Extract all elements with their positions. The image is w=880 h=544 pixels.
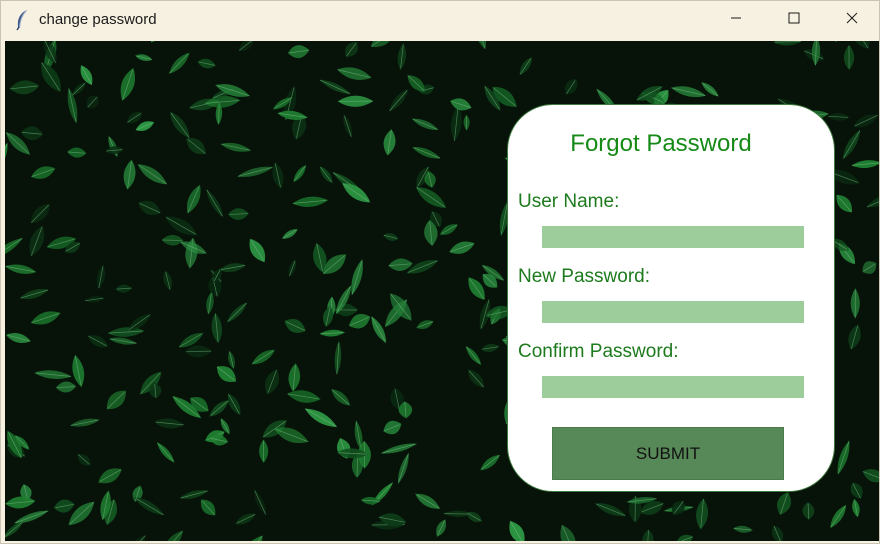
feather-icon — [14, 9, 30, 31]
confirm-password-label: Confirm Password: — [518, 341, 679, 362]
new-password-label: New Password: — [518, 266, 650, 287]
close-button[interactable] — [823, 1, 880, 39]
form-title: Forgot Password — [570, 130, 752, 157]
submit-button[interactable]: SUBMIT — [552, 427, 784, 480]
forgot-password-card: Forgot Password User Name: New Password:… — [507, 104, 835, 492]
window-title: change password — [39, 11, 157, 28]
title-bar[interactable]: change password — [1, 1, 879, 39]
app-window: change password Forgot Password User Nam… — [0, 0, 880, 544]
minimize-button[interactable] — [707, 1, 765, 39]
minimize-icon — [730, 11, 742, 29]
confirm-password-input[interactable] — [542, 376, 804, 398]
maximize-icon — [788, 11, 800, 29]
new-password-input[interactable] — [542, 301, 804, 323]
window-content: Forgot Password User Name: New Password:… — [5, 41, 879, 541]
username-label: User Name: — [518, 191, 620, 212]
username-input[interactable] — [542, 226, 804, 248]
maximize-button[interactable] — [765, 1, 823, 39]
close-icon — [846, 11, 858, 29]
